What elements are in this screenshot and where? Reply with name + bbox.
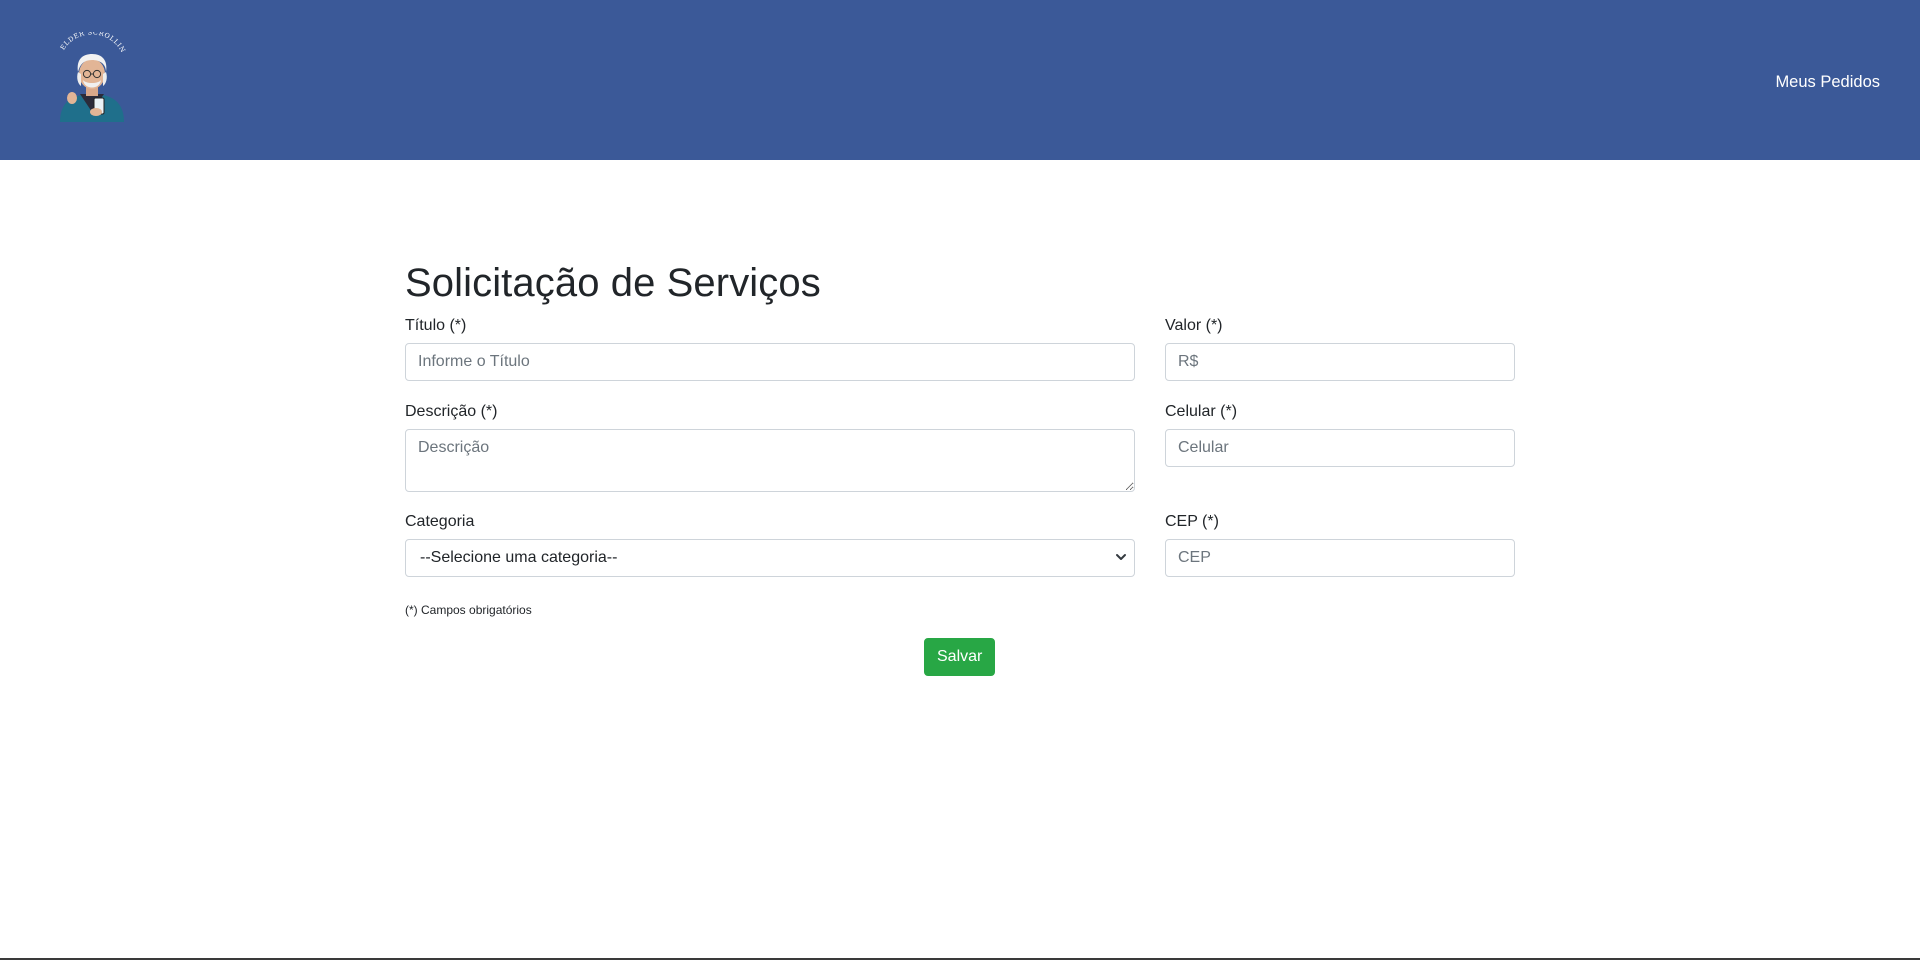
valor-label: Valor (*) [1165, 317, 1223, 334]
descricao-label: Descrição (*) [405, 403, 498, 420]
descricao-textarea[interactable] [405, 429, 1135, 492]
required-fields-note: (*) Campos obrigatórios [405, 603, 532, 617]
cep-label: CEP (*) [1165, 513, 1219, 530]
categoria-selected-value: --Selecione uma categoria-- [420, 549, 618, 566]
svg-text:ELDER SCROLLING: ELDER SCROLLING [50, 32, 127, 54]
logo-image: ELDER SCROLLING [47, 26, 127, 122]
titulo-input[interactable] [405, 343, 1135, 381]
logo[interactable]: ELDER SCROLLING [47, 26, 134, 126]
cep-input[interactable] [1165, 539, 1515, 577]
celular-group: Celular (*) [1165, 402, 1515, 467]
celular-label: Celular (*) [1165, 403, 1238, 420]
descricao-group: Descrição (*) [405, 402, 1135, 492]
categoria-label: Categoria [405, 513, 475, 530]
categoria-group: Categoria --Selecione uma categoria-- [405, 512, 1135, 577]
nav-link-meus-pedidos[interactable]: Meus Pedidos [1775, 72, 1880, 92]
cep-group: CEP (*) [1165, 512, 1515, 577]
top-header: ELDER SCROLLING Meus Pedidos [0, 0, 1920, 160]
titulo-label: Título (*) [405, 317, 467, 334]
categoria-select[interactable]: --Selecione uma categoria-- [405, 539, 1135, 577]
celular-input[interactable] [1165, 429, 1515, 467]
page-title: Solicitação de Serviços [405, 261, 821, 305]
valor-input[interactable] [1165, 343, 1515, 381]
titulo-group: Título (*) [405, 316, 1135, 381]
save-button[interactable]: Salvar [924, 638, 996, 676]
valor-group: Valor (*) [1165, 316, 1515, 381]
service-request-form: Solicitação de Serviços Título (*) Valor… [405, 258, 1515, 676]
chevron-down-icon [1116, 554, 1126, 560]
